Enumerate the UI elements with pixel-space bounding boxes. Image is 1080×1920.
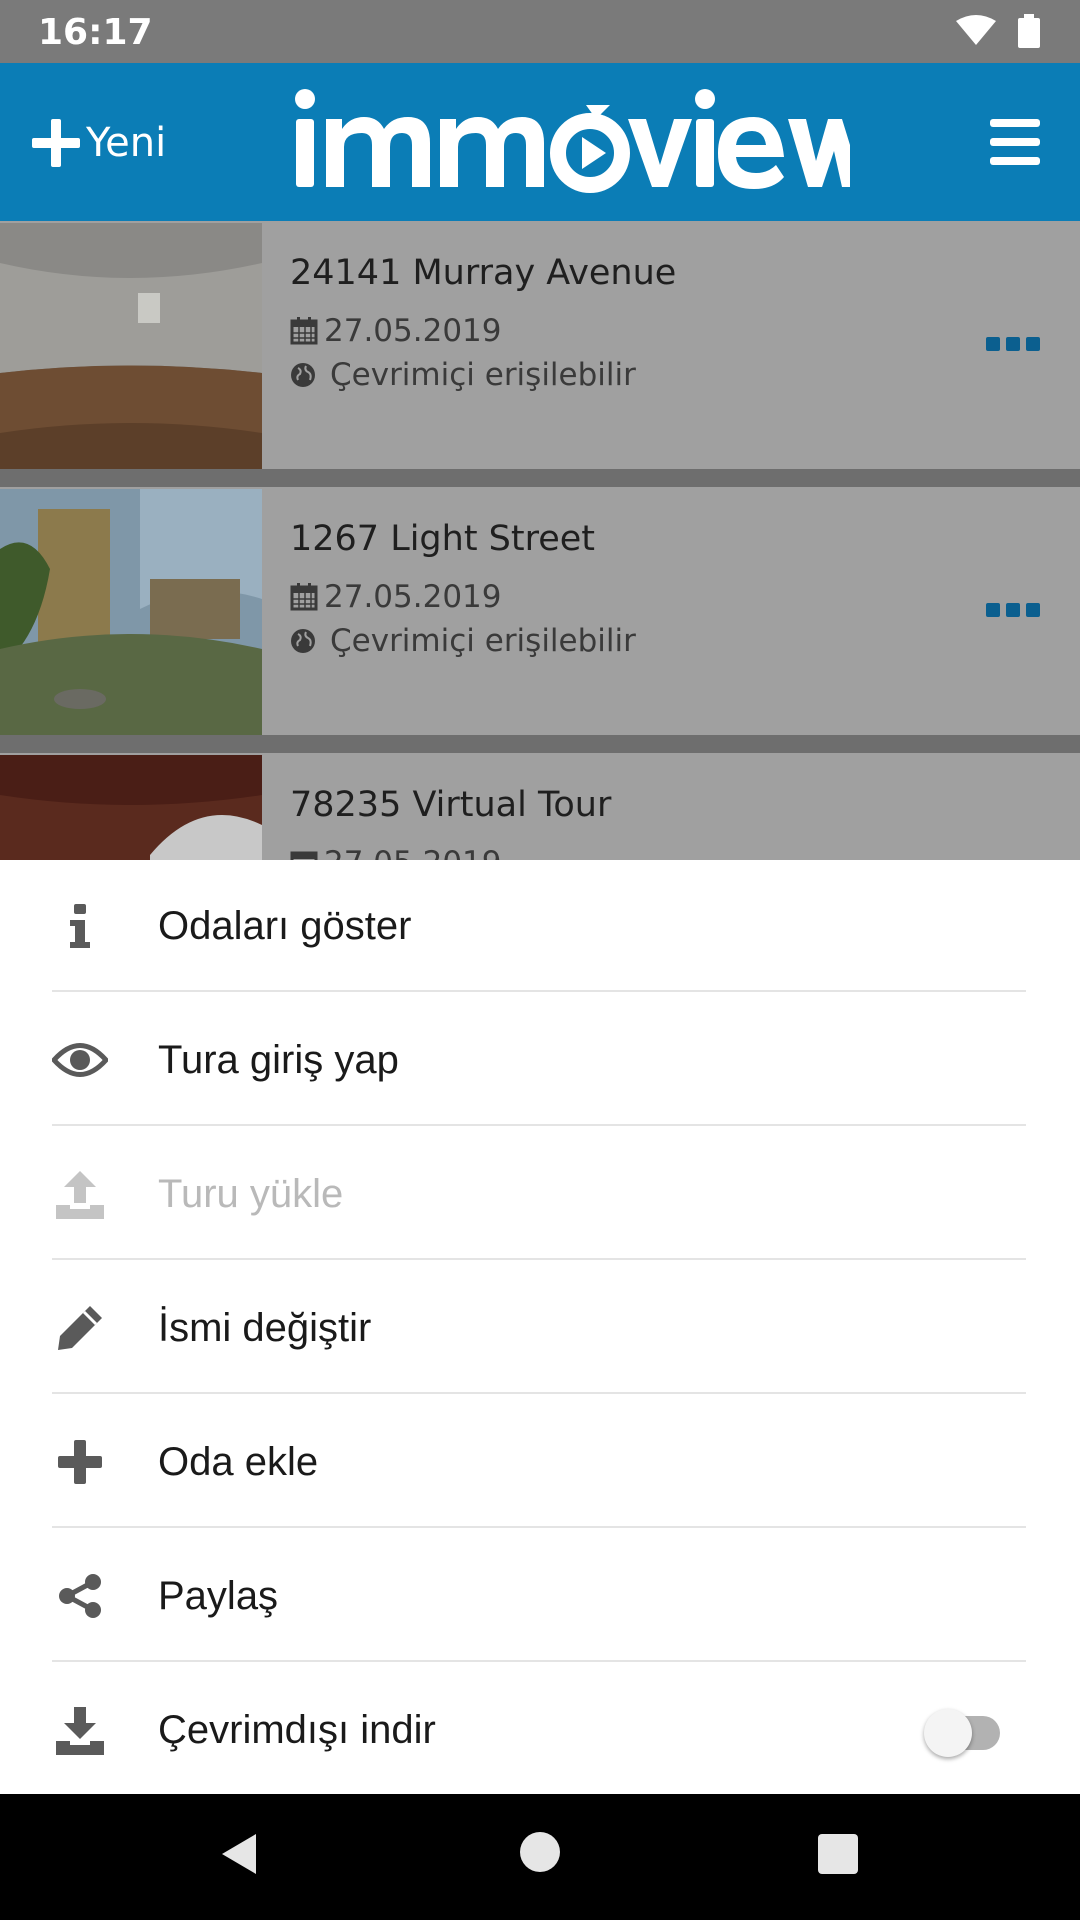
status-time: 16:17 bbox=[38, 12, 153, 53]
tour-date-text: 27.05.2019 bbox=[324, 579, 502, 615]
upload-tour-label: Turu yükle bbox=[158, 1172, 344, 1216]
share-item[interactable]: Paylaş bbox=[0, 1530, 1080, 1664]
tour-item[interactable]: 78235 Virtual Tour 27.05.2019 bbox=[0, 753, 1080, 860]
tour-thumbnail bbox=[0, 755, 262, 860]
offline-toggle[interactable] bbox=[924, 1709, 1004, 1757]
globe-icon bbox=[291, 629, 315, 653]
tour-actions-sheet: Odaları göster Tura giriş yap Turu yükle bbox=[0, 860, 1080, 1794]
rename-item[interactable]: İsmi değiştir bbox=[0, 1262, 1080, 1396]
tour-status: Çevrimiçi erişilebilir bbox=[290, 357, 636, 393]
tour-title: 1267 Light Street bbox=[290, 519, 596, 559]
tour-date: 27.05.2019 bbox=[290, 845, 502, 860]
download-icon bbox=[50, 1700, 110, 1760]
tour-item[interactable]: 24141 Murray Avenue 27.05.2019 Çevrimiçi… bbox=[0, 221, 1080, 469]
tour-date: 27.05.2019 bbox=[290, 579, 502, 615]
tour-status-text: Çevrimiçi erişilebilir bbox=[330, 623, 636, 659]
divider bbox=[52, 990, 1026, 992]
tour-date: 27.05.2019 bbox=[290, 313, 502, 349]
tour-status-text: Çevrimiçi erişilebilir bbox=[330, 357, 636, 393]
calendar-icon bbox=[290, 317, 318, 345]
pencil-icon bbox=[50, 1298, 110, 1358]
enter-tour-label: Tura giriş yap bbox=[158, 1038, 399, 1082]
new-tour-button[interactable]: Yeni bbox=[32, 111, 166, 175]
status-icons bbox=[956, 14, 1040, 48]
tour-thumbnail bbox=[0, 489, 262, 735]
rename-label: İsmi değiştir bbox=[158, 1306, 372, 1350]
show-rooms-item[interactable]: Odaları göster bbox=[0, 860, 1080, 994]
recent-apps-button[interactable] bbox=[818, 1834, 858, 1874]
share-label: Paylaş bbox=[158, 1574, 279, 1618]
calendar-icon bbox=[290, 851, 318, 860]
battery-icon bbox=[1018, 14, 1040, 48]
more-options-button[interactable] bbox=[986, 337, 1040, 351]
more-options-button[interactable] bbox=[986, 603, 1040, 617]
info-icon bbox=[50, 896, 110, 956]
toggle-knob bbox=[924, 1709, 972, 1757]
upload-tour-item[interactable]: Turu yükle bbox=[0, 1128, 1080, 1262]
tour-status: Çevrimiçi erişilebilir bbox=[290, 623, 636, 659]
calendar-icon bbox=[290, 583, 318, 611]
upload-icon bbox=[50, 1164, 110, 1224]
tour-thumbnail bbox=[0, 223, 262, 469]
menu-button[interactable] bbox=[990, 119, 1040, 165]
tour-date-text: 27.05.2019 bbox=[324, 313, 502, 349]
new-label: Yeni bbox=[86, 120, 167, 166]
tour-list: 24141 Murray Avenue 27.05.2019 Çevrimiçi… bbox=[0, 221, 1080, 860]
add-room-label: Oda ekle bbox=[158, 1440, 319, 1484]
tour-title: 78235 Virtual Tour bbox=[290, 785, 612, 825]
home-button[interactable] bbox=[520, 1832, 560, 1872]
download-offline-label: Çevrimdışı indir bbox=[158, 1708, 436, 1752]
immoviewer-logo bbox=[295, 89, 850, 193]
globe-icon bbox=[291, 363, 315, 387]
enter-tour-item[interactable]: Tura giriş yap bbox=[0, 994, 1080, 1128]
eye-icon bbox=[50, 1030, 110, 1090]
status-bar: 16:17 bbox=[0, 0, 1080, 63]
tour-date-text: 27.05.2019 bbox=[324, 845, 502, 860]
wifi-icon bbox=[956, 15, 996, 45]
back-icon[interactable] bbox=[218, 1832, 258, 1876]
tour-title: 24141 Murray Avenue bbox=[290, 253, 677, 293]
download-offline-item[interactable]: Çevrimdışı indir bbox=[0, 1664, 1080, 1798]
tour-item[interactable]: 1267 Light Street 27.05.2019 Çevrimiçi e… bbox=[0, 487, 1080, 735]
divider bbox=[52, 1660, 1026, 1662]
divider bbox=[52, 1124, 1026, 1126]
navigation-bar bbox=[0, 1794, 1080, 1920]
plus-icon bbox=[50, 1432, 110, 1492]
show-rooms-label: Odaları göster bbox=[158, 904, 412, 948]
app-bar: Yeni bbox=[0, 63, 1080, 221]
divider bbox=[52, 1258, 1026, 1260]
share-icon bbox=[50, 1566, 110, 1626]
plus-icon bbox=[32, 119, 80, 167]
divider bbox=[52, 1526, 1026, 1528]
divider bbox=[52, 1392, 1026, 1394]
add-room-item[interactable]: Oda ekle bbox=[0, 1396, 1080, 1530]
